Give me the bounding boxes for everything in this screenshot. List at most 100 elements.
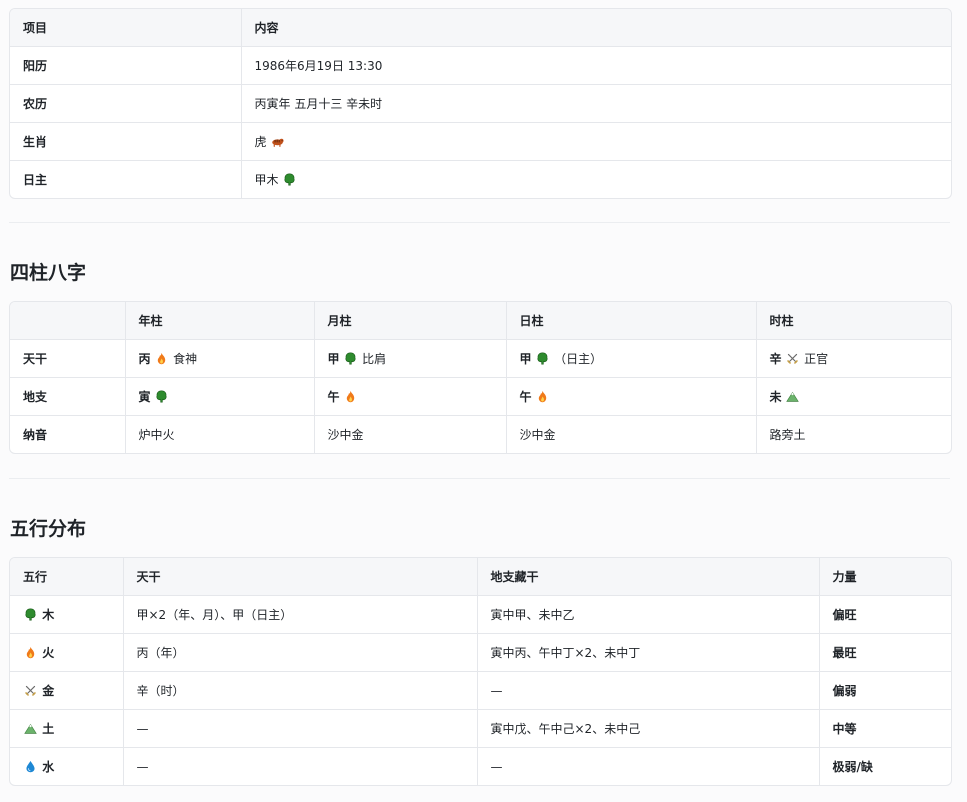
- swords-icon: [24, 684, 37, 697]
- basic-info-table-card: 项目 内容 阳历 1986年6月19日 13:30 农历 丙寅年 五月十三 辛未…: [9, 8, 952, 199]
- element-label: 火: [42, 646, 55, 660]
- stem-char: 丙: [138, 352, 151, 366]
- swords-icon: [786, 352, 799, 365]
- row-value: 1986年6月19日 13:30: [241, 46, 951, 85]
- column-header: 地支藏干: [477, 558, 820, 596]
- hidden-stems-cell: —: [477, 747, 820, 785]
- element-cell: 水: [10, 747, 124, 785]
- tiger-icon: [271, 135, 284, 148]
- hidden-stems-cell: 寅中丙、午中丁×2、未中丁: [477, 633, 820, 672]
- pillar-cell: 丙 食神: [125, 339, 315, 378]
- branch-char: 午: [519, 390, 532, 404]
- table-row: 纳音 炉中火 沙中金 沙中金 路旁土: [10, 415, 951, 453]
- pillar-cell: 午: [506, 377, 757, 416]
- tree-icon: [536, 352, 549, 365]
- elements-table: 五行 天干 地支藏干 力量 木 甲×2（年、月）、甲（日主） 寅中甲、未中乙 偏…: [10, 558, 951, 785]
- pillar-cell: 午: [314, 377, 507, 416]
- section-title-elements: 五行分布: [10, 518, 87, 540]
- nayin-cell: 路旁土: [769, 428, 806, 442]
- table-row: 土 — 寅中戊、午中己×2、未中己 中等: [10, 709, 951, 748]
- section-divider: [9, 222, 950, 223]
- branch-char: 寅: [138, 390, 151, 404]
- hidden-stems-cell: 寅中戊、午中己×2、未中己: [477, 709, 820, 748]
- nayin-cell: 沙中金: [314, 415, 507, 453]
- row-value: 丙寅年 五月十三 辛未时: [241, 84, 951, 123]
- table-header-row: 项目 内容: [10, 9, 951, 47]
- branch-char: 午: [327, 390, 340, 404]
- row-label: 农历: [10, 84, 242, 123]
- tree-icon: [155, 390, 168, 403]
- tree-icon: [24, 608, 37, 621]
- strength-cell: 极弱/缺: [832, 760, 873, 774]
- table-header-row: 五行 天干 地支藏干 力量: [10, 558, 951, 596]
- row-value-cell: 甲木: [241, 161, 951, 199]
- basic-info-table: 项目 内容 阳历 1986年6月19日 13:30 农历 丙寅年 五月十三 辛未…: [10, 9, 951, 198]
- table-row: 天干 丙 食神 甲 比肩 甲 （日主） 辛 正官: [10, 339, 951, 378]
- row-label: 阳历: [10, 46, 242, 85]
- element-cell: 火: [10, 633, 124, 672]
- column-header: 内容: [241, 9, 951, 47]
- stems-cell: —: [123, 709, 478, 748]
- fire-icon: [155, 352, 168, 365]
- pillar-cell: 甲 （日主）: [506, 339, 757, 378]
- stems-cell: 丙（年）: [123, 633, 478, 672]
- strength-cell: 偏弱: [819, 671, 951, 710]
- fire-icon: [536, 390, 549, 403]
- column-header: 力量: [819, 558, 951, 596]
- table-row: 生肖 虎: [10, 122, 951, 161]
- table-row: 水 — — 极弱/缺: [10, 747, 951, 785]
- strength-cell: 偏旺: [819, 595, 951, 634]
- column-header: 日柱: [506, 302, 757, 340]
- branch-char: 未: [769, 390, 782, 404]
- fire-icon: [24, 646, 37, 659]
- element-label: 木: [42, 608, 55, 622]
- stem-char: 辛: [769, 352, 782, 366]
- pillar-cell: 甲 比肩: [314, 339, 507, 378]
- hidden-stems-cell: —: [477, 671, 820, 710]
- hidden-stems-cell: 寅中甲、未中乙: [477, 595, 820, 634]
- row-label: 纳音: [10, 415, 126, 453]
- pillars-table-card: 年柱 月柱 日柱 时柱 天干 丙 食神 甲 比肩 甲 （日主） 辛 正官 地支 …: [9, 301, 952, 454]
- table-row: 阳历 1986年6月19日 13:30: [10, 46, 951, 85]
- section-divider: [9, 478, 950, 479]
- elements-table-card: 五行 天干 地支藏干 力量 木 甲×2（年、月）、甲（日主） 寅中甲、未中乙 偏…: [9, 557, 952, 786]
- ten-god-label: （日主）: [554, 352, 603, 366]
- stems-cell: —: [123, 747, 478, 785]
- element-label: 土: [42, 722, 55, 736]
- stems-cell: 甲×2（年、月）、甲（日主）: [123, 595, 478, 634]
- day-master-text: 甲木: [254, 173, 279, 187]
- row-value-cell: 虎: [241, 122, 951, 161]
- stems-cell: 辛（时）: [123, 671, 478, 710]
- table-row: 日主 甲木: [10, 160, 951, 199]
- column-header: 时柱: [756, 302, 951, 340]
- table-row: 地支 寅 午 午 未: [10, 377, 951, 416]
- element-cell: 金: [10, 671, 124, 710]
- pillar-cell: 未: [756, 377, 951, 416]
- mountain-icon: [24, 722, 37, 735]
- nayin-cell: 沙中金: [506, 415, 757, 453]
- ten-god-label: 食神: [173, 352, 198, 366]
- row-label: 生肖: [10, 122, 242, 161]
- element-label: 水: [42, 760, 55, 774]
- ten-god-label: 正官: [804, 352, 829, 366]
- stem-char: 甲: [327, 352, 340, 366]
- row-label: 地支: [10, 377, 126, 416]
- table-row: 农历 丙寅年 五月十三 辛未时: [10, 84, 951, 123]
- row-label: 日主: [10, 160, 242, 198]
- table-row: 金 辛（时） — 偏弱: [10, 671, 951, 710]
- table-row: 火 丙（年） 寅中丙、午中丁×2、未中丁 最旺: [10, 633, 951, 672]
- element-cell: 木: [10, 595, 124, 634]
- element-cell: 土: [10, 709, 124, 748]
- pillar-cell: 寅: [125, 377, 315, 416]
- strength-cell: 最旺: [819, 633, 951, 672]
- pillar-cell: 辛 正官: [756, 339, 951, 378]
- column-header: 年柱: [125, 302, 315, 340]
- stem-char: 甲: [519, 352, 532, 366]
- column-header: 五行: [10, 558, 124, 596]
- row-label: 天干: [10, 339, 126, 378]
- section-title-pillars: 四柱八字: [10, 262, 87, 284]
- fire-icon: [344, 390, 357, 403]
- strength-cell: 中等: [819, 709, 951, 748]
- table-row: 木 甲×2（年、月）、甲（日主） 寅中甲、未中乙 偏旺: [10, 595, 951, 634]
- zodiac-text: 虎: [254, 135, 267, 149]
